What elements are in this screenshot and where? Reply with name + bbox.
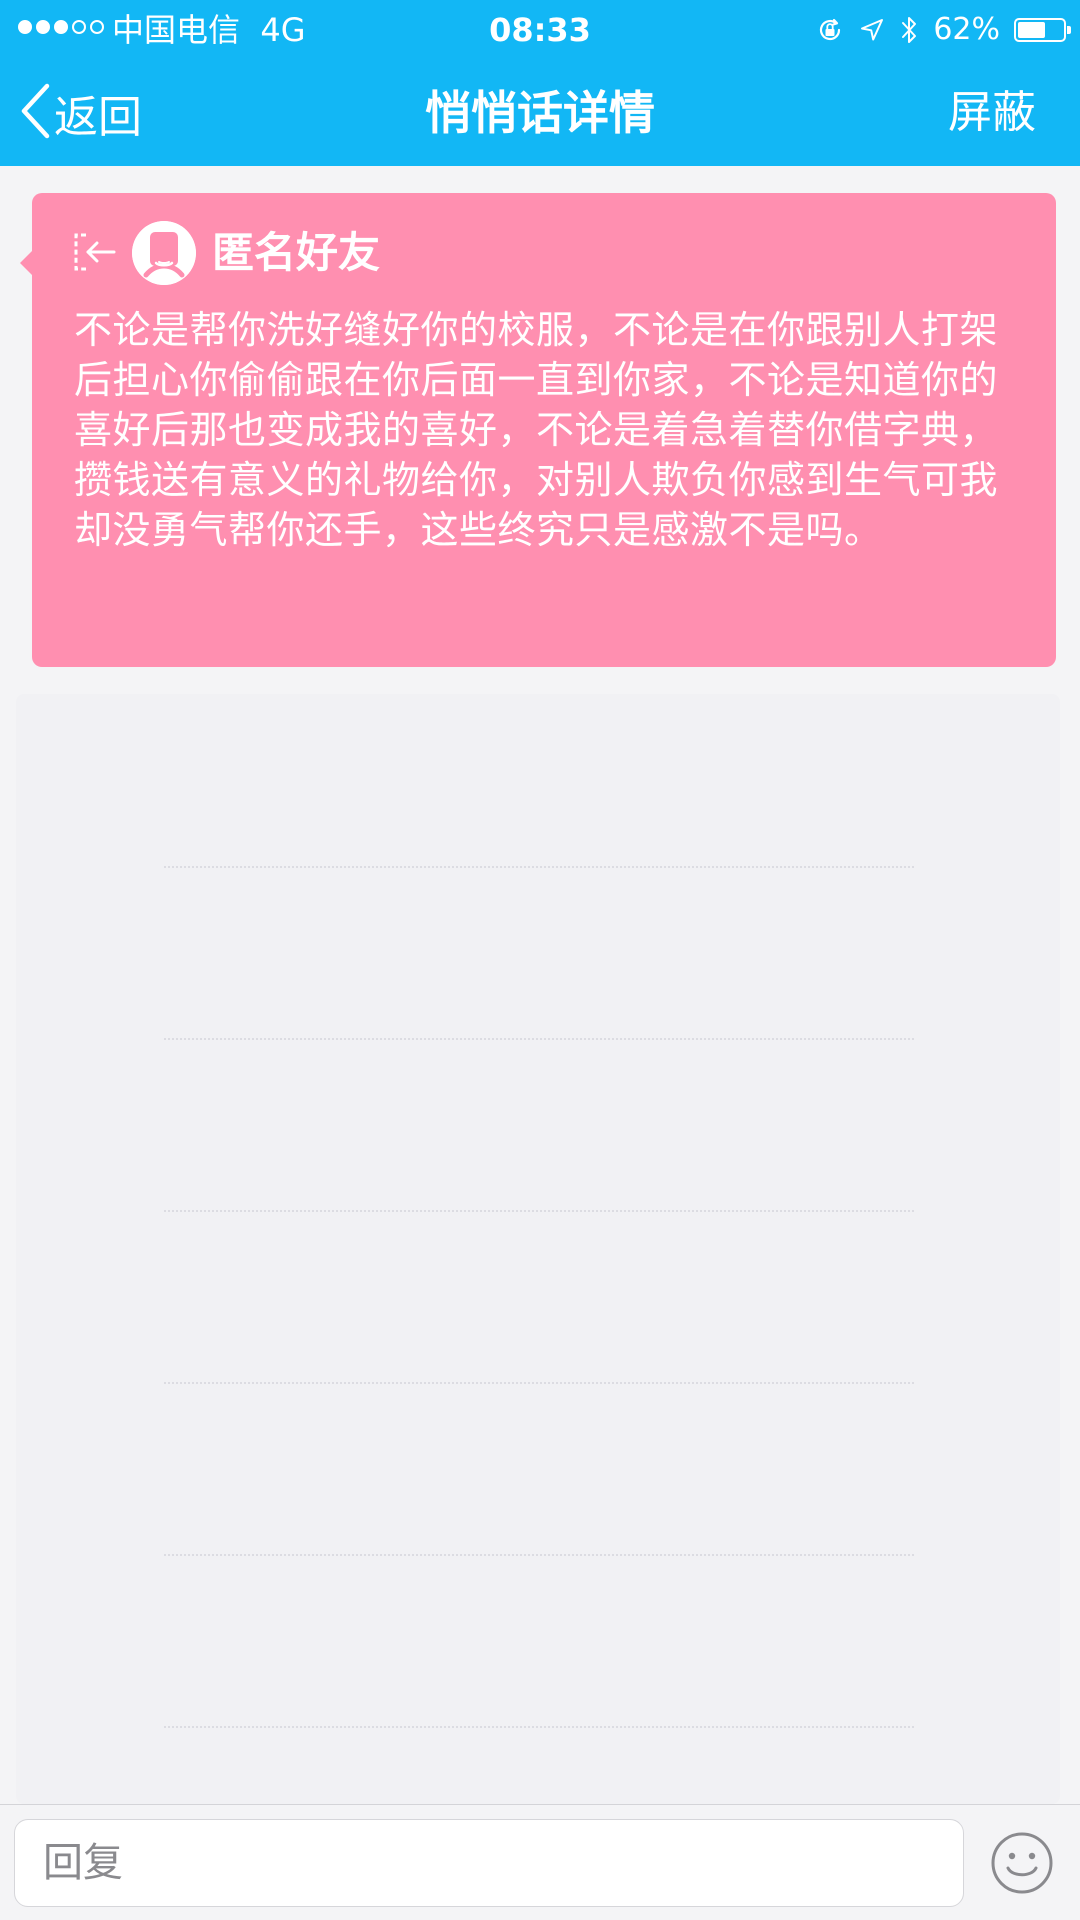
ruled-line bbox=[164, 1038, 914, 1040]
ruled-line bbox=[164, 1382, 914, 1384]
ruled-line bbox=[164, 1554, 914, 1556]
status-bar: 中国电信 4G 08:33 62% bbox=[0, 0, 1080, 60]
exit-icon[interactable] bbox=[72, 231, 118, 277]
anonymous-avatar-icon bbox=[132, 221, 196, 285]
sender-name: 匿名好友 bbox=[212, 228, 381, 277]
block-button[interactable]: 屏蔽 bbox=[948, 82, 1036, 144]
smiley-icon[interactable] bbox=[990, 1831, 1054, 1895]
ruled-line bbox=[164, 1210, 914, 1212]
reply-input[interactable] bbox=[14, 1819, 964, 1907]
notepad-area bbox=[16, 694, 1060, 1804]
battery-level-fill bbox=[1018, 22, 1045, 38]
status-icons: 62% bbox=[815, 8, 1071, 52]
ruled-line bbox=[164, 866, 914, 868]
battery-percent: 62% bbox=[933, 12, 1000, 47]
ruled-line bbox=[164, 1726, 914, 1728]
message-card: 匿名好友 不论是帮你洗好缝好你的校服，不论是在你跟别人打架后担心你偷偷跟在你后面… bbox=[20, 193, 1056, 667]
card-pointer bbox=[20, 251, 32, 275]
orientation-lock-icon bbox=[815, 15, 845, 45]
reply-bar bbox=[0, 1804, 1080, 1920]
battery-icon bbox=[1014, 18, 1071, 42]
navigation-bar: 返回 悄悄话详情 屏蔽 bbox=[0, 60, 1080, 166]
page-title: 悄悄话详情 bbox=[425, 86, 655, 140]
bluetooth-icon bbox=[899, 14, 919, 46]
location-icon bbox=[859, 17, 885, 43]
message-text: 不论是帮你洗好缝好你的校服，不论是在你跟别人打架后担心你偷偷跟在你后面一直到你家… bbox=[74, 308, 999, 552]
